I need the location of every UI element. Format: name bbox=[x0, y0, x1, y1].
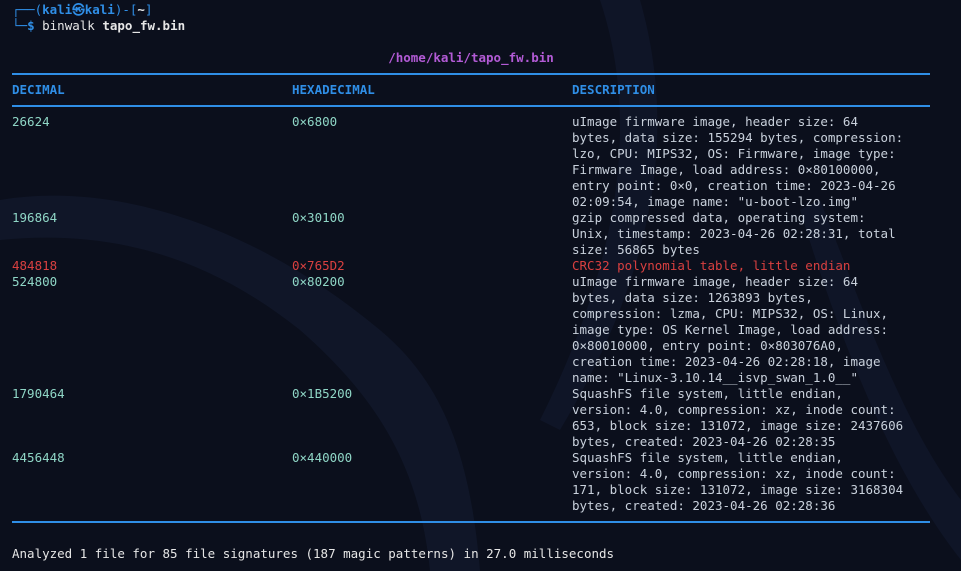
prompt-frame-bottom: └─ bbox=[12, 18, 28, 33]
row-hexadecimal: 0×1B5200 bbox=[292, 386, 353, 401]
row-hexadecimal: 0×80200 bbox=[292, 274, 345, 289]
row-description: SquashFS file system, little endian, ver… bbox=[572, 386, 904, 449]
row-decimal: 484818 bbox=[12, 258, 58, 273]
table-row: 26624 0×6800 uImage firmware image, head… bbox=[12, 114, 930, 210]
column-header-decimal: DECIMAL bbox=[12, 82, 65, 97]
command-name: binwalk bbox=[42, 18, 95, 33]
command-line: └─$ binwalk tapo_fw.bin bbox=[12, 18, 961, 34]
row-description: gzip compressed data, operating system: … bbox=[572, 210, 896, 257]
row-hexadecimal: 0×765D2 bbox=[292, 258, 345, 273]
row-hexadecimal: 0×440000 bbox=[292, 450, 353, 465]
command-argument: tapo_fw.bin bbox=[102, 18, 186, 33]
column-header-description: DESCRIPTION bbox=[572, 82, 655, 97]
table-row: 4456448 0×440000 SquashFS file system, l… bbox=[12, 450, 930, 514]
prompt-header-line: ┌──(kali㉿kali)-[~] bbox=[12, 2, 153, 17]
row-description: SquashFS file system, little endian, ver… bbox=[572, 450, 904, 513]
prompt-at-symbol: ㉿ bbox=[72, 2, 85, 17]
table-row: 524800 0×80200 uImage firmware image, he… bbox=[12, 274, 930, 386]
column-header-hexadecimal: HEXADECIMAL bbox=[292, 82, 375, 97]
row-hexadecimal: 0×30100 bbox=[292, 210, 345, 225]
row-description: uImage firmware image, header size: 64 b… bbox=[572, 114, 904, 209]
row-decimal: 524800 bbox=[12, 274, 58, 289]
table-row: 1790464 0×1B5200 SquashFS file system, l… bbox=[12, 386, 930, 450]
prompt-host: kali bbox=[84, 2, 115, 17]
table-bottom-rule bbox=[12, 521, 930, 523]
header-top-rule bbox=[12, 73, 930, 75]
prompt-frame-top: ┌──( bbox=[12, 2, 43, 17]
table-row-warning: 484818 0×765D2 CRC32 polynomial table, l… bbox=[12, 258, 930, 274]
header-bottom-rule bbox=[12, 105, 930, 107]
scan-file-title: /home/kali/tapo_fw.bin bbox=[388, 50, 554, 65]
prompt-user: kali bbox=[42, 2, 73, 17]
row-decimal: 26624 bbox=[12, 114, 50, 129]
prompt-dollar: $ bbox=[27, 18, 43, 33]
terminal-window[interactable]: ┌──(kali㉿kali)-[~] └─$ binwalk tapo_fw.b… bbox=[12, 2, 961, 571]
row-description: uImage firmware image, header size: 64 b… bbox=[572, 274, 889, 385]
row-decimal: 4456448 bbox=[12, 450, 65, 465]
row-hexadecimal: 0×6800 bbox=[292, 114, 338, 129]
row-decimal: 196864 bbox=[12, 210, 58, 225]
table-row: 196864 0×30100 gzip compressed data, ope… bbox=[12, 210, 930, 258]
scan-summary: Analyzed 1 file for 85 file signatures (… bbox=[12, 546, 615, 561]
prompt-path: ~ bbox=[137, 2, 145, 17]
results-table: 26624 0×6800 uImage firmware image, head… bbox=[12, 114, 930, 514]
row-decimal: 1790464 bbox=[12, 386, 65, 401]
row-description: CRC32 polynomial table, little endian bbox=[572, 258, 851, 273]
